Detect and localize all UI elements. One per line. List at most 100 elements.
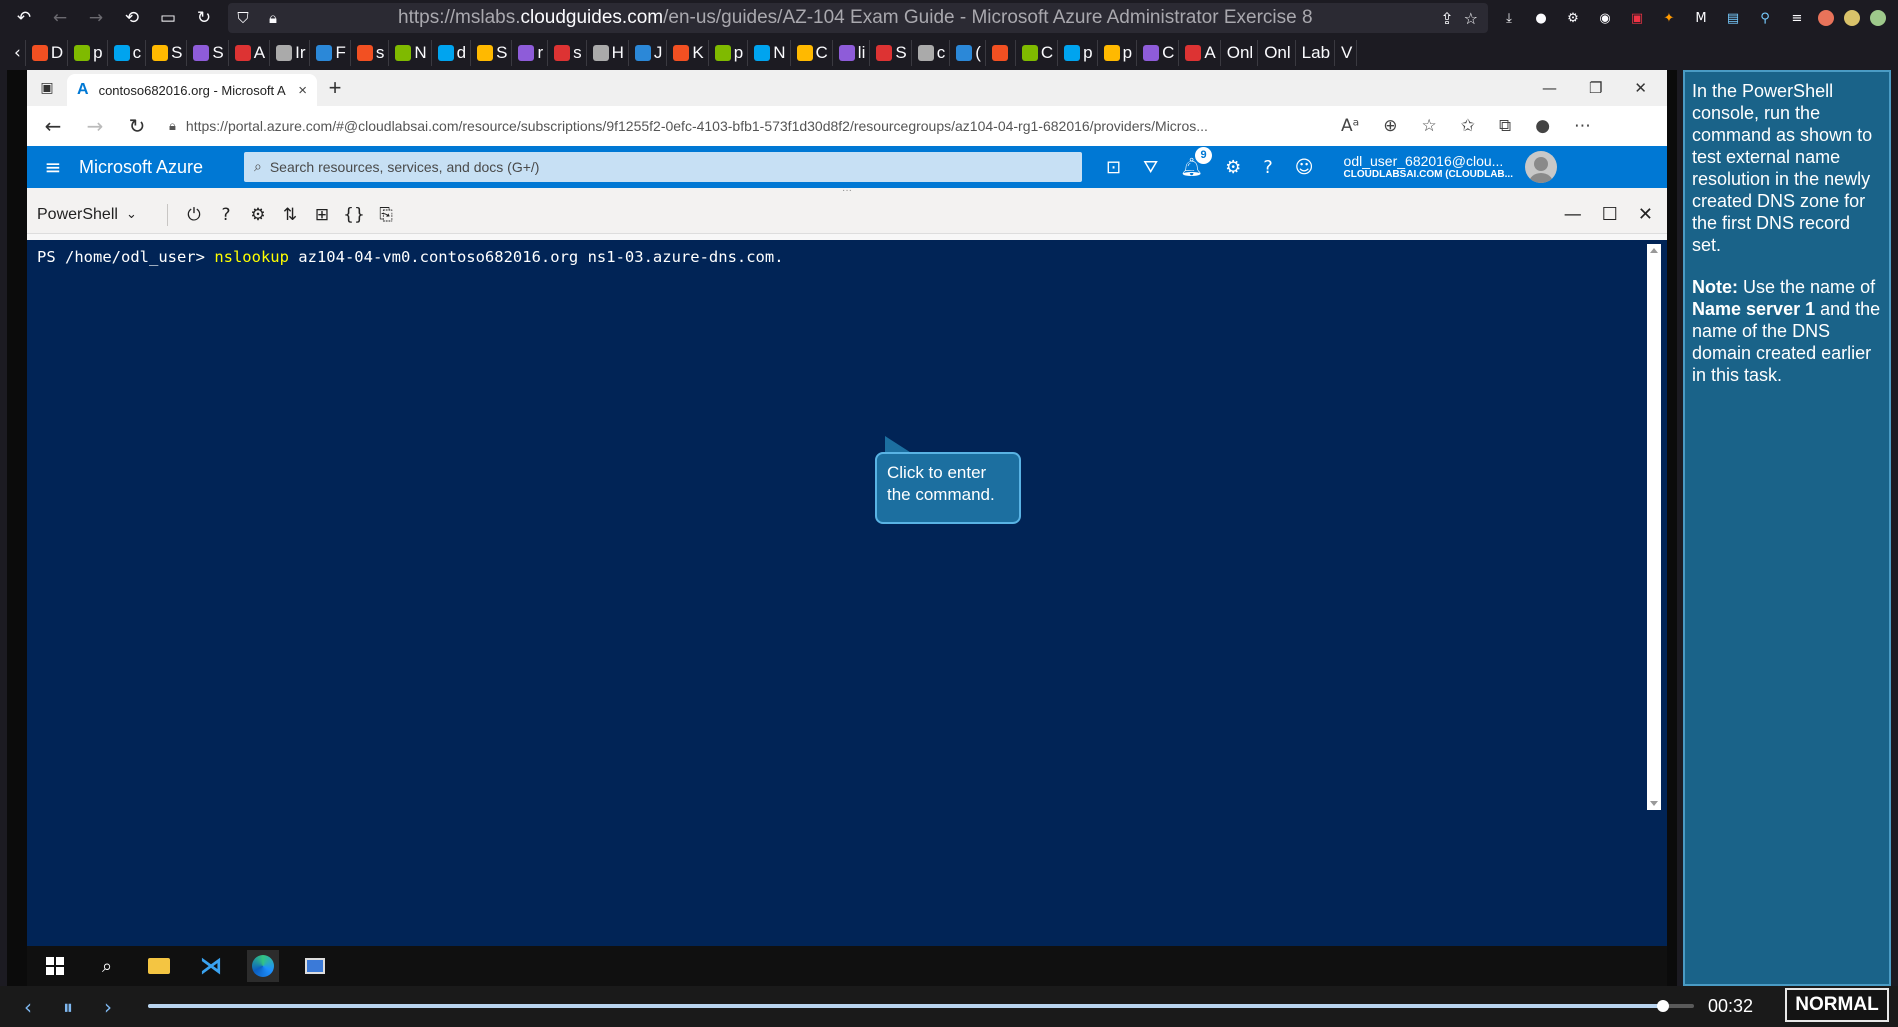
bookmark-item[interactable]: Ir xyxy=(272,40,311,66)
remote-desktop-icon[interactable] xyxy=(299,950,331,982)
bookmark-item[interactable] xyxy=(988,40,1016,66)
forward-icon[interactable]: → xyxy=(80,4,112,32)
bookmark-item[interactable]: H xyxy=(589,40,629,66)
bookmark-item[interactable]: S xyxy=(189,40,229,66)
bookmark-item[interactable]: c xyxy=(914,40,951,66)
terminal-command-line[interactable]: PS /home/odl_user> nslookup az104-04-vm0… xyxy=(37,248,784,266)
tab-actions-icon[interactable]: ▣ xyxy=(27,80,67,96)
settings-gear-icon[interactable]: ⚙ xyxy=(1225,157,1241,178)
refresh-icon[interactable]: ↻ xyxy=(119,114,155,138)
web-preview-icon[interactable]: ⎘ xyxy=(370,205,402,225)
file-explorer-icon[interactable] xyxy=(143,950,175,982)
bookmark-item[interactable]: s xyxy=(353,40,390,66)
reload-icon[interactable]: ↻ xyxy=(188,4,220,32)
help-icon[interactable]: ? xyxy=(210,205,242,225)
zoom-icon[interactable]: ⊕ xyxy=(1383,116,1397,136)
hamburger-menu-icon[interactable]: ≡ xyxy=(27,155,79,179)
click-callout[interactable]: Click to enter the command. xyxy=(875,452,1021,524)
bookmark-item[interactable]: A xyxy=(231,40,271,66)
bookmark-item[interactable]: F xyxy=(312,40,351,66)
bookmark-item[interactable]: N xyxy=(391,40,432,66)
avatar[interactable] xyxy=(1524,151,1557,183)
history-icon[interactable]: ⟲ xyxy=(116,4,148,32)
close-window-icon[interactable]: ✕ xyxy=(1634,79,1647,97)
bookmark-item[interactable]: c xyxy=(110,40,147,66)
window-close-dot[interactable] xyxy=(1818,10,1834,26)
close-icon[interactable]: × xyxy=(298,82,307,99)
firefox-url-bar[interactable]: ⛉ 🔒︎ https://mslabs.cloudguides.com/en-u… xyxy=(228,3,1488,33)
browser-tab[interactable]: V xyxy=(1337,40,1358,66)
bookmark-item[interactable]: p xyxy=(711,40,749,66)
menu-icon[interactable]: ≡ xyxy=(1786,8,1808,28)
pin-icon[interactable]: ⚲ xyxy=(1754,8,1776,28)
next-icon[interactable]: › xyxy=(88,995,128,1019)
bookmark-item[interactable]: S xyxy=(872,40,912,66)
mode-badge[interactable]: NORMAL xyxy=(1785,988,1889,1022)
vscode-icon[interactable]: ⋊ xyxy=(195,950,227,982)
bookmark-item[interactable]: K xyxy=(669,40,709,66)
extension-mi-icon[interactable]: M xyxy=(1690,8,1712,28)
restore-icon[interactable]: ❐ xyxy=(1589,79,1602,97)
extension-c-icon[interactable]: ● xyxy=(1530,8,1552,28)
window-minimize-dot[interactable] xyxy=(1844,10,1860,26)
search-icon[interactable]: ⌕ xyxy=(91,950,123,982)
progress-knob[interactable] xyxy=(1657,1000,1670,1012)
notifications-bell-icon[interactable]: 🔔︎ 9 xyxy=(1180,146,1213,178)
sidebar-icon[interactable]: ▭ xyxy=(152,4,184,32)
bookmark-item[interactable]: p xyxy=(70,40,108,66)
bookmark-item[interactable]: C xyxy=(1139,40,1180,66)
resize-handle[interactable]: ··· xyxy=(27,186,1667,196)
browser-tab[interactable]: Lab xyxy=(1298,40,1336,66)
back-icon[interactable]: ← xyxy=(44,4,76,32)
chevron-left-icon[interactable]: ‹ xyxy=(10,40,26,66)
favorites-icon[interactable]: ✩ xyxy=(1461,116,1475,136)
bookmark-item[interactable]: p xyxy=(1100,40,1138,66)
close-icon[interactable]: ✕ xyxy=(1638,204,1653,225)
forward-icon[interactable]: → xyxy=(77,114,113,138)
favorite-icon[interactable]: ☆ xyxy=(1422,116,1437,136)
lock-icon[interactable]: 🔒︎ xyxy=(258,9,288,27)
extension-badge-icon[interactable]: ✦ xyxy=(1658,8,1680,28)
profile-extension-icon[interactable]: ◉ xyxy=(1594,8,1616,28)
previous-icon[interactable]: ‹ xyxy=(8,995,48,1019)
bookmark-item[interactable]: A xyxy=(1181,40,1221,66)
powershell-terminal[interactable]: PS /home/odl_user> nslookup az104-04-vm0… xyxy=(27,240,1667,946)
bookmark-item[interactable]: s xyxy=(550,40,587,66)
maximize-icon[interactable]: ☐ xyxy=(1602,204,1618,225)
bookmark-item[interactable]: S xyxy=(148,40,188,66)
bookmark-item[interactable]: S xyxy=(473,40,513,66)
new-session-icon[interactable]: ⊞ xyxy=(306,205,338,225)
pause-icon[interactable]: ⏸ xyxy=(48,995,88,1019)
directory-filter-icon[interactable]: ⛛ xyxy=(1143,157,1158,178)
bookmark-item[interactable]: d xyxy=(434,40,472,66)
bookmark-item[interactable]: N xyxy=(750,40,791,66)
editor-braces-icon[interactable]: {} xyxy=(338,205,370,225)
bookmark-item[interactable]: ( xyxy=(952,40,986,66)
bookmark-star-icon[interactable]: ☆ xyxy=(1464,9,1478,28)
bookmark-item[interactable]: r xyxy=(514,40,549,66)
browser-tab[interactable]: Onl xyxy=(1223,40,1259,66)
bookmark-item[interactable]: D xyxy=(28,40,69,66)
feedback-icon[interactable]: ☺ xyxy=(1295,157,1314,178)
shield-icon[interactable]: ⛉ xyxy=(228,9,258,27)
edge-tab[interactable]: A contoso682016.org - Microsoft A × xyxy=(67,74,317,106)
profile-icon[interactable]: ● xyxy=(1535,116,1550,136)
azure-search-input[interactable]: ⌕ Search resources, services, and docs (… xyxy=(244,152,1082,182)
more-icon[interactable]: ⋯ xyxy=(1574,116,1591,136)
reader-icon[interactable]: ▤ xyxy=(1722,8,1744,28)
account-info[interactable]: odl_user_682016@clou... CLOUDLABSAI.COM … xyxy=(1344,153,1513,181)
bookmark-item[interactable]: C xyxy=(793,40,833,66)
browser-tab[interactable]: Onl xyxy=(1260,40,1296,66)
upload-download-icon[interactable]: ⇅ xyxy=(274,205,306,225)
minimize-icon[interactable]: — xyxy=(1564,204,1582,225)
edge-address-bar[interactable]: 🔒︎ https://portal.azure.com/#@cloudlabsa… xyxy=(161,111,1321,141)
minimize-icon[interactable]: — xyxy=(1542,79,1557,97)
edge-browser-icon[interactable] xyxy=(247,950,279,982)
restart-icon[interactable]: ⏻ xyxy=(178,205,210,225)
window-maximize-dot[interactable] xyxy=(1870,10,1886,26)
new-tab-icon[interactable]: + xyxy=(317,75,353,101)
read-aloud-icon[interactable]: Aᵃ xyxy=(1341,116,1359,136)
help-icon[interactable]: ? xyxy=(1263,157,1273,178)
download-icon[interactable]: ⤓ xyxy=(1498,8,1520,28)
bookmark-item[interactable]: C xyxy=(1018,40,1059,66)
